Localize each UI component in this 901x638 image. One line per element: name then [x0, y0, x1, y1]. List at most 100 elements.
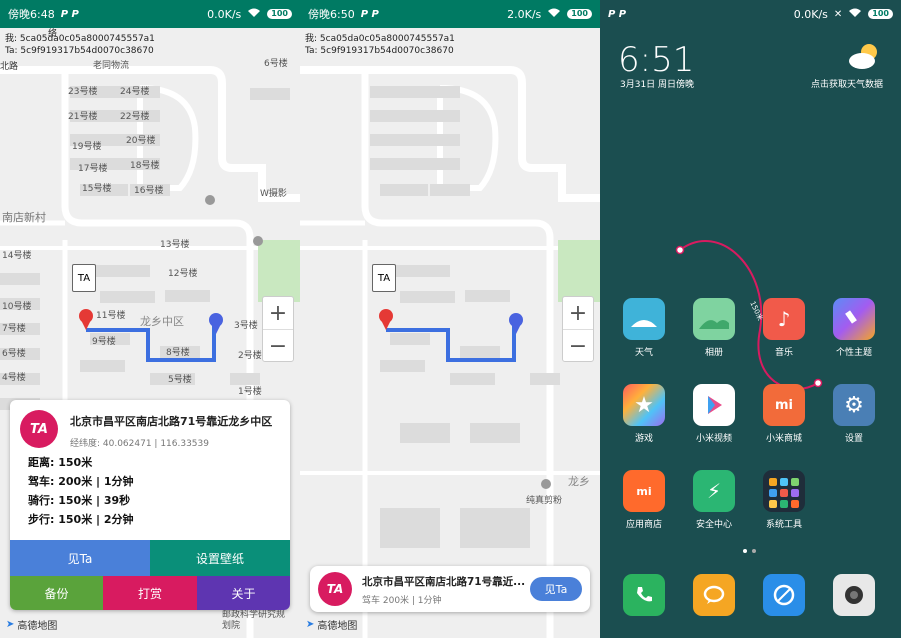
map-label: 4号楼 [2, 373, 26, 383]
address: 北京市昌平区南店北路71号靠近龙乡中区 [70, 415, 273, 428]
gear-icon: ⚙ [833, 384, 875, 426]
weather-app-icon [623, 298, 665, 340]
map-label: 21号楼 [68, 112, 98, 122]
debug-ta: Ta: 5c9f919317b54d0070c38670 [305, 46, 454, 56]
map-label-shop: 纯真剪粉 [526, 496, 563, 506]
map-label: 6号楼 [2, 349, 26, 359]
screen-home: P P 0.0K/s ✕ 100 6:51 3月31日 周日傍晚 点击获取天气数… [600, 0, 901, 638]
app-themes[interactable]: 个性主题 [824, 298, 884, 358]
app-games[interactable]: ★ 游戏 [614, 384, 674, 444]
app-label: 系统工具 [765, 520, 802, 530]
avatar: TA [318, 572, 352, 606]
app-weather[interactable]: 天气 [614, 298, 674, 358]
info-card: TA 北京市昌平区南店北路71号靠近龙乡中区 经纬度: 40.062471 | … [10, 400, 290, 610]
mi-logo-icon: mi [763, 384, 805, 426]
app-label: 游戏 [634, 434, 653, 444]
app-music[interactable]: ♪ 音乐 [754, 298, 814, 358]
app-label: 安全中心 [695, 520, 732, 530]
map-label: 16号楼 [134, 186, 164, 196]
map-label: 18号楼 [130, 161, 160, 171]
wifi-icon [547, 8, 561, 21]
backup-button[interactable]: 备份 [10, 576, 103, 610]
poi-label: 邮政科学研究规划院 [222, 610, 286, 631]
page-indicator [743, 549, 756, 553]
app-gallery[interactable]: 相册 [684, 298, 744, 358]
music-note-icon: ♪ [763, 298, 805, 340]
ride-stat: 骑行: 150米 | 39秒 [28, 494, 131, 507]
status-time: 傍晚6:50 [308, 8, 355, 21]
map-label: 13号楼 [160, 240, 190, 250]
app-security[interactable]: ⚡ 安全中心 [684, 470, 744, 530]
app-label: 个性主题 [835, 348, 872, 358]
map-label: 8号楼 [166, 348, 190, 358]
app-mi-video[interactable]: 小米视频 [684, 384, 744, 444]
debug-me: 我: 5ca05da0c05a8000745557a1 [5, 34, 155, 44]
app-mi-store[interactable]: mi 小米商城 [754, 384, 814, 444]
amap-arrow-icon: ➤ [306, 619, 315, 630]
drive-stat: 驾车: 200米 | 1分钟 [28, 475, 134, 488]
app-system-tools[interactable]: 系统工具 [754, 470, 814, 530]
drive-summary: 驾车 200米 | 1分钟 [362, 596, 442, 606]
about-button[interactable]: 关于 [197, 576, 290, 610]
map-label: 24号楼 [120, 87, 150, 97]
map-label: 北路 [0, 62, 19, 72]
map-label: 20号楼 [126, 136, 156, 146]
net-speed: 0.0K/s [207, 7, 242, 21]
map-label: 6号楼 [264, 59, 288, 69]
set-wallpaper-button[interactable]: 设置壁纸 [150, 540, 290, 576]
compact-info-card[interactable]: TA 北京市昌平区南店北路71号靠近... 驾车 200米 | 1分钟 见Ta [310, 566, 590, 612]
wifi-icon [247, 8, 261, 21]
distance-stat: 距离: 150米 [28, 456, 93, 469]
map-label: 9号楼 [92, 337, 116, 347]
app-label: 音乐 [774, 348, 793, 358]
map-label: 7号楼 [2, 324, 26, 334]
map-label: 5号楼 [168, 375, 192, 385]
status-time: 傍晚6:48 [8, 8, 55, 21]
dock-phone-icon[interactable] [623, 574, 665, 616]
gallery-icon [693, 298, 735, 340]
map-label: 10号楼 [2, 302, 32, 312]
zoom-in-button[interactable]: + [563, 297, 593, 330]
map-label: 23号楼 [68, 87, 98, 97]
app-label: 应用商店 [625, 520, 662, 530]
zoom-out-button[interactable]: − [563, 330, 593, 363]
shield-icon: ⚡ [693, 470, 735, 512]
map-label: 15号楼 [82, 184, 112, 194]
debug-ids: 我: 5ca05da0c05a8000745557a1 Ta: 5c9f9193… [5, 33, 155, 57]
status-bar: 傍晚6:48 P P 0.0K/s 100 [0, 0, 300, 28]
see-ta-button[interactable]: 见Ta [10, 540, 150, 576]
zoom-control: + − [562, 296, 594, 362]
battery-icon: 100 [567, 9, 592, 19]
dock-camera-icon[interactable] [833, 574, 875, 616]
ta-marker-callout[interactable]: TA [372, 264, 396, 292]
zoom-control: + − [262, 296, 294, 362]
amap-logo: ➤ 高德地图 [306, 617, 357, 632]
zoom-out-button[interactable]: − [263, 330, 293, 363]
shopping-bag-icon: mi [623, 470, 665, 512]
map-view[interactable]: 我: 5ca05da0c05a8000745557a1 Ta: 5c9f9193… [300, 28, 600, 638]
zoom-in-button[interactable]: + [263, 297, 293, 330]
amap-logo: ➤ 高德地图 [6, 617, 57, 632]
notification-icons: P P [60, 8, 79, 20]
battery-icon: 100 [267, 9, 292, 19]
ta-marker-callout[interactable]: TA [72, 264, 96, 292]
amap-label: 高德地图 [317, 621, 358, 632]
dock-messages-icon[interactable] [693, 574, 735, 616]
screen-map-compact: 傍晚6:50 P P 2.0K/s 100 我: 5ca05da0c05a800… [300, 0, 600, 638]
amap-label: 高德地图 [17, 621, 58, 632]
map-label: 11号楼 [96, 311, 126, 321]
map-label: 12号楼 [168, 269, 198, 279]
debug-ta: Ta: 5c9f919317b54d0070c38670 [5, 46, 154, 56]
map-label: 2号楼 [238, 351, 262, 361]
app-app-store[interactable]: mi 应用商店 [614, 470, 674, 530]
address: 北京市昌平区南店北路71号靠近... [362, 576, 526, 588]
map-label: 19号楼 [72, 142, 102, 152]
map-label: 22号楼 [120, 112, 150, 122]
tip-button[interactable]: 打赏 [103, 576, 197, 610]
app-label: 天气 [634, 348, 653, 358]
amap-arrow-icon: ➤ [6, 619, 15, 630]
map-label: 龙乡中区 [140, 315, 184, 328]
app-settings[interactable]: ⚙ 设置 [824, 384, 884, 444]
dock-browser-icon[interactable] [763, 574, 805, 616]
see-ta-button[interactable]: 见Ta [530, 577, 582, 601]
